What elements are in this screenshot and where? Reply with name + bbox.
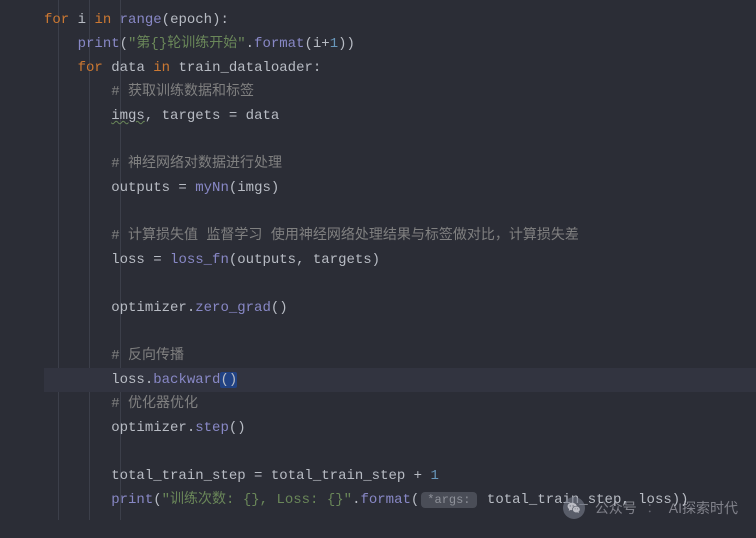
builtin-range: range (120, 12, 162, 28)
variable-warn: imgs (111, 108, 145, 124)
comment: # 优化器优化 (111, 396, 198, 412)
code-line[interactable]: for i in range(epoch): (44, 8, 756, 32)
number-literal: 1 (330, 36, 338, 52)
code-line[interactable] (44, 272, 756, 296)
code-line[interactable]: total_train_step = total_train_step + 1 (44, 464, 756, 488)
comment: # 计算损失值 监督学习 使用神经网络处理结果与标签做对比，计算损失差 (111, 228, 579, 244)
keyword-in: in (153, 60, 170, 76)
watermark: 公众号 ： AI探索时代 (563, 496, 738, 520)
variable: optimizer (111, 420, 187, 436)
code-line[interactable]: outputs = myNn(imgs) (44, 176, 756, 200)
method-call: backward (153, 372, 220, 388)
selection: () (220, 372, 237, 388)
variable: optimizer (111, 300, 187, 316)
variable: data (246, 108, 280, 124)
code-line[interactable] (44, 200, 756, 224)
code-line[interactable]: optimizer.step() (44, 416, 756, 440)
keyword-for: for (78, 60, 103, 76)
code-line[interactable] (44, 440, 756, 464)
variable: epoch (170, 12, 212, 28)
code-line[interactable] (44, 320, 756, 344)
code-line-highlighted[interactable]: loss.backward() (44, 368, 756, 392)
code-line[interactable]: # 优化器优化 (44, 392, 756, 416)
method-call: zero_grad (195, 300, 271, 316)
variable: total_train_step (111, 468, 245, 484)
variable: targets (162, 108, 221, 124)
function-call: loss_fn (170, 252, 229, 268)
method-call: step (195, 420, 229, 436)
code-editor[interactable]: for i in range(epoch): print("第{}轮训练开始".… (0, 0, 756, 520)
function-call: myNn (195, 180, 229, 196)
string-literal: "第{}轮训练开始" (128, 36, 246, 52)
code-line[interactable]: for data in train_dataloader: (44, 56, 756, 80)
keyword-in: in (94, 12, 111, 28)
number-literal: 1 (431, 468, 439, 484)
code-line[interactable]: # 获取训练数据和标签 (44, 80, 756, 104)
comment: # 反向传播 (111, 348, 184, 364)
code-line[interactable]: loss = loss_fn(outputs, targets) (44, 248, 756, 272)
code-line[interactable]: # 神经网络对数据进行处理 (44, 152, 756, 176)
variable: data (111, 60, 145, 76)
comment: # 获取训练数据和标签 (111, 84, 254, 100)
code-line[interactable]: imgs, targets = data (44, 104, 756, 128)
method-format: format (254, 36, 304, 52)
wechat-icon (563, 497, 585, 519)
watermark-separator: ： (647, 496, 659, 520)
variable: total_train_step (271, 468, 405, 484)
string-literal: "训练次数: {}, Loss: {}" (162, 492, 352, 508)
watermark-label: 公众号 (595, 496, 637, 520)
parameter-hint: *args: (421, 492, 476, 508)
variable: loss (111, 252, 145, 268)
keyword-for: for (44, 12, 69, 28)
variable: train_dataloader (178, 60, 312, 76)
code-line[interactable]: print("第{}轮训练开始".format(i+1)) (44, 32, 756, 56)
builtin-print: print (78, 36, 120, 52)
variable: loss (111, 372, 145, 388)
code-line[interactable]: optimizer.zero_grad() (44, 296, 756, 320)
builtin-print: print (111, 492, 153, 508)
method-format: format (360, 492, 410, 508)
code-line[interactable]: # 计算损失值 监督学习 使用神经网络处理结果与标签做对比，计算损失差 (44, 224, 756, 248)
variable: i (78, 12, 86, 28)
comment: # 神经网络对数据进行处理 (111, 156, 282, 172)
code-line[interactable] (44, 128, 756, 152)
variable: outputs (111, 180, 170, 196)
watermark-label: AI探索时代 (669, 496, 738, 520)
code-line[interactable]: # 反向传播 (44, 344, 756, 368)
